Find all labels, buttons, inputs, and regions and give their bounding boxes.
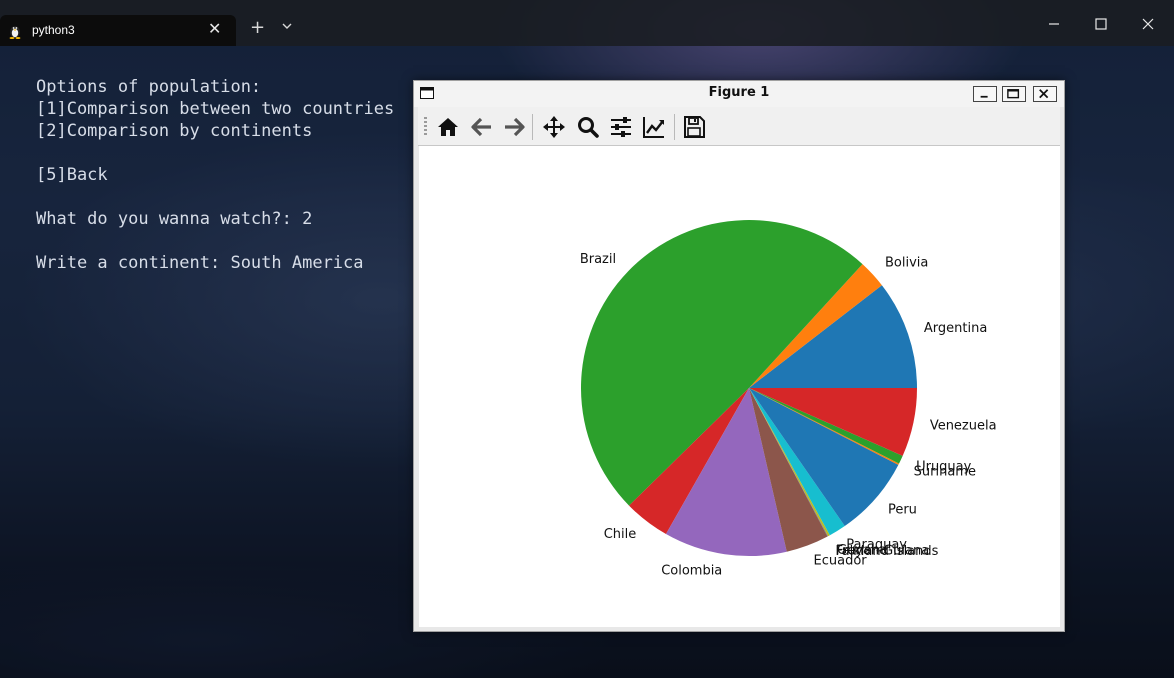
chevron-down-icon[interactable] <box>281 21 293 31</box>
close-icon[interactable] <box>1138 14 1158 34</box>
linux-penguin-icon <box>9 26 21 39</box>
close-icon[interactable]: ✕ <box>208 19 221 38</box>
save-icon[interactable] <box>682 115 706 139</box>
pie-label: Argentina <box>924 321 987 336</box>
pie-label: Brazil <box>580 252 616 267</box>
toolbar-separator <box>532 114 533 140</box>
toolbar-grip[interactable] <box>424 117 427 137</box>
configure-subplots-icon[interactable] <box>609 115 633 139</box>
terminal-line: [5]Back <box>36 165 108 185</box>
pan-icon[interactable] <box>542 115 566 139</box>
forward-arrow-icon[interactable] <box>502 115 526 139</box>
terminal-tab-bar: python3 ✕ + <box>0 0 1174 46</box>
minimize-icon <box>980 95 988 98</box>
edit-axis-icon[interactable] <box>642 115 666 139</box>
pie-label: Bolivia <box>885 255 928 270</box>
pie-label: Chile <box>604 527 637 542</box>
close-icon <box>1039 89 1049 99</box>
pie-label: Peru <box>888 502 917 517</box>
tab-python3[interactable]: python3 ✕ <box>0 15 236 46</box>
pie-chart: ArgentinaBoliviaBrazilChileColombiaEcuad… <box>580 219 997 578</box>
minimize-icon[interactable] <box>1044 14 1064 34</box>
figure-close-button[interactable] <box>1033 86 1057 102</box>
figure-maximize-button[interactable] <box>1002 86 1026 102</box>
pie-label: Colombia <box>661 563 722 578</box>
back-arrow-icon[interactable] <box>470 115 494 139</box>
terminal-output: Options of population: [1]Comparison betw… <box>36 76 394 274</box>
terminal-line: [2]Comparison by continents <box>36 121 313 141</box>
terminal-line: Write a continent: South America <box>36 253 364 273</box>
toolbar-separator <box>674 114 675 140</box>
figure-title: Figure 1 <box>708 85 770 100</box>
terminal-line: Options of population: <box>36 77 262 97</box>
maximize-icon <box>1007 89 1020 99</box>
tab-title: python3 <box>32 23 75 37</box>
maximize-icon[interactable] <box>1091 14 1111 34</box>
figure-canvas[interactable]: Argentina Bolivia Brazil Chile Colombia Ecuad… <box>419 146 1060 627</box>
terminal-line: What do you wanna watch?: 2 <box>36 209 313 229</box>
pie-label: Paraguay <box>846 538 907 553</box>
pie-label: Venezuela <box>930 419 997 434</box>
zoom-icon[interactable] <box>576 115 600 139</box>
figure-window: Figure 1 Argentina Bolivia Brazil Chile … <box>413 80 1065 632</box>
pie-label: Uruguay <box>916 459 972 474</box>
figure-titlebar[interactable]: Figure 1 <box>414 81 1064 107</box>
terminal-line: [1]Comparison between two countries <box>36 99 395 119</box>
plus-icon[interactable]: + <box>250 17 265 38</box>
home-icon[interactable] <box>436 115 460 139</box>
figure-toolbar <box>418 107 1060 146</box>
figure-minimize-button[interactable] <box>973 86 997 102</box>
